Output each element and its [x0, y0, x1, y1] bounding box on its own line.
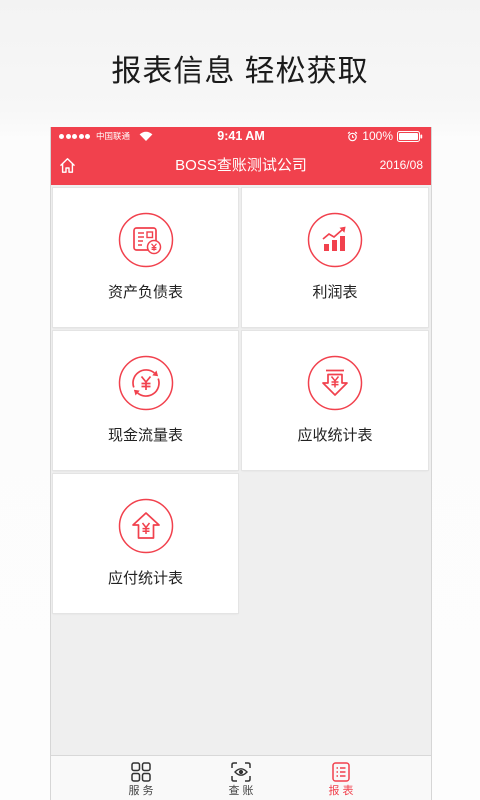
report-card-receivable[interactable]: 应收统计表	[242, 331, 428, 470]
carrier-name: 中国联通	[96, 131, 131, 141]
signal-dot	[65, 134, 71, 139]
grid-icon	[131, 762, 151, 782]
promo-headline: 报表信息 轻松获取	[111, 55, 369, 88]
report-card-payable[interactable]: 应付统计表	[53, 474, 238, 613]
report-card-label: 应收统计表	[297, 427, 373, 444]
tab-label: 报 表	[328, 785, 354, 797]
report-list: 资产负债表 利润表 现金流量表 应收统计表 应付统计表	[51, 185, 431, 755]
clock-time: 9:41 AM	[217, 129, 265, 143]
alarm-icon	[347, 131, 358, 142]
cash-flow-icon	[118, 355, 173, 411]
signal-icon	[59, 134, 90, 139]
report-list-icon	[332, 762, 350, 782]
report-card-cash-flow[interactable]: 现金流量表	[53, 331, 238, 470]
report-card-label: 利润表	[312, 284, 358, 301]
tab-bar: 服 务 查 账 报 表	[51, 755, 431, 800]
nav-bar: BOSS查账测试公司 2016/08	[51, 146, 431, 185]
profit-chart-icon	[307, 212, 363, 268]
report-card-profit[interactable]: 利润表	[242, 188, 428, 327]
phone-screen: 中国联通 9:41 AM 100% BOSS查账测试公司 2016/08 资产负…	[50, 127, 432, 800]
report-card-label: 资产负债表	[107, 284, 183, 301]
status-bar: 中国联通 9:41 AM 100%	[51, 127, 431, 146]
signal-dot	[78, 134, 84, 139]
report-card-label: 现金流量表	[107, 427, 183, 444]
receivable-icon	[307, 355, 363, 411]
page-title: BOSS查账测试公司	[175, 157, 307, 174]
signal-dot	[85, 134, 90, 139]
tab-label: 服 务	[128, 785, 154, 797]
tab-label: 查 账	[228, 785, 254, 797]
wifi-icon	[139, 131, 153, 141]
signal-dot	[59, 134, 64, 139]
eye-scan-icon	[231, 762, 251, 782]
payable-icon	[118, 498, 173, 554]
home-icon[interactable]	[59, 157, 76, 174]
signal-dot	[72, 134, 77, 139]
report-card-label: 应付统计表	[107, 570, 183, 587]
tab-reports[interactable]: 报 表	[291, 756, 391, 800]
report-card-balance-sheet[interactable]: 资产负债表	[53, 188, 238, 327]
status-right-group: 100%	[347, 127, 423, 146]
battery-icon	[397, 131, 423, 142]
tab-service[interactable]: 服 务	[91, 756, 191, 800]
report-grid: 资产负债表 利润表 现金流量表 应收统计表 应付统计表	[53, 188, 428, 613]
tab-audit[interactable]: 查 账	[191, 756, 291, 800]
battery-percent: 100%	[362, 129, 393, 143]
period-selector[interactable]: 2016/08	[380, 146, 423, 185]
balance-sheet-icon	[118, 212, 173, 268]
battery-fill	[399, 133, 418, 140]
